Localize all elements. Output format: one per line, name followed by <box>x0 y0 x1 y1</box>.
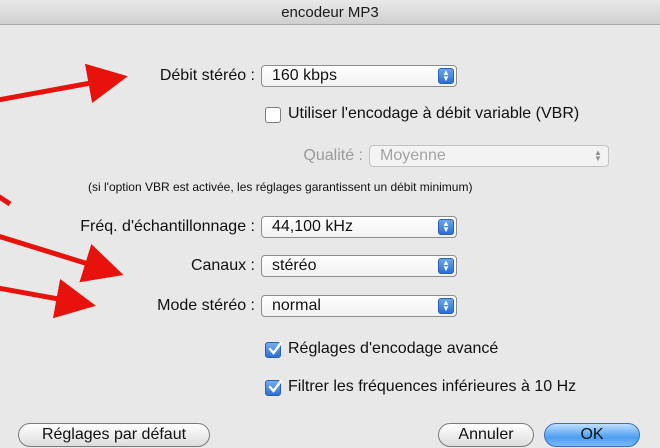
annotation-arrow-stereo-mode <box>0 278 96 319</box>
annotation-arrows <box>0 63 128 319</box>
annotation-arrow-bitrate <box>0 63 128 104</box>
annotation-arrow-sample-rate <box>0 194 12 207</box>
annotation-arrow-channels <box>0 234 124 283</box>
